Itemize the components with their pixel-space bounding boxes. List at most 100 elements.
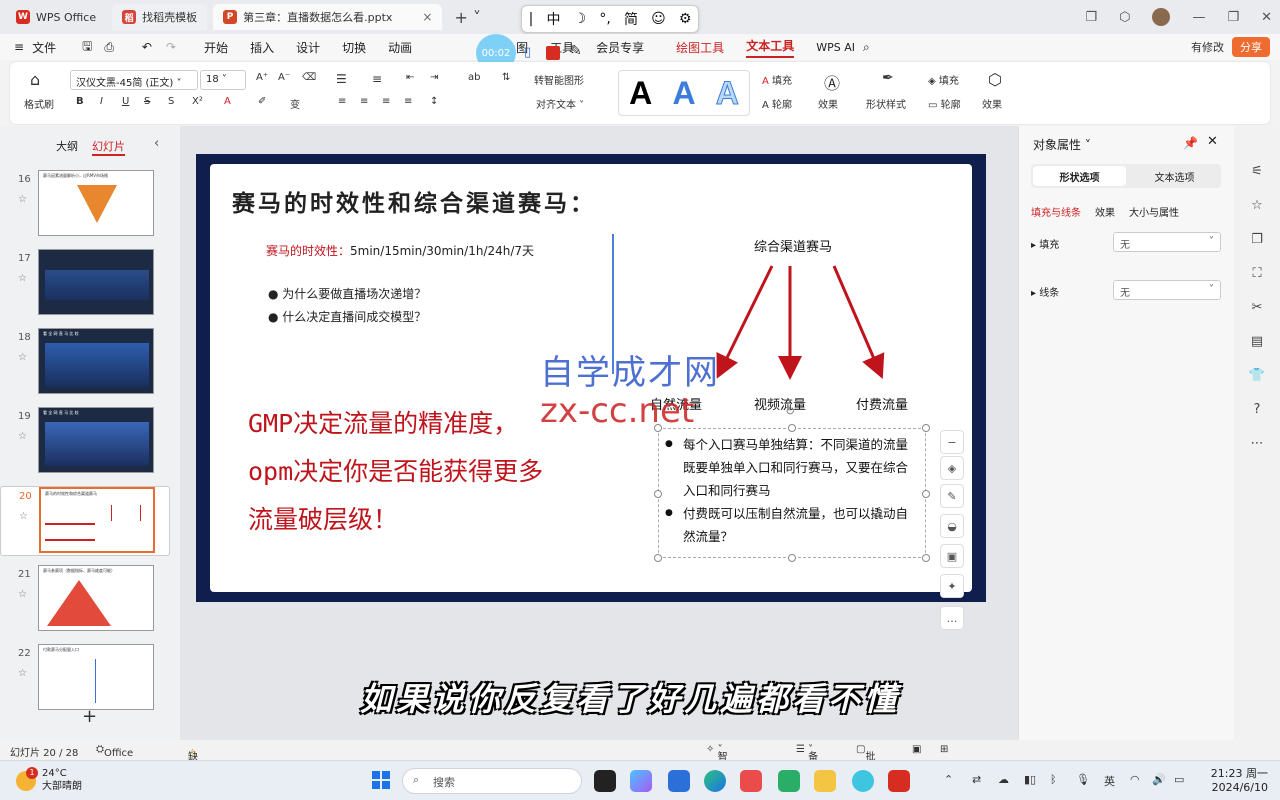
copilot-icon[interactable] <box>630 770 652 792</box>
resize-handle[interactable] <box>922 424 930 432</box>
format-brush-icon[interactable]: ⌂ <box>30 70 40 89</box>
text-fill-button[interactable]: A 填充 <box>762 72 792 87</box>
normal-view-icon[interactable]: ▣ <box>912 744 921 755</box>
slide-thumb-21[interactable]: 21 ☆ 赛马参赛项（数据指标、赛马维度可能） <box>0 565 170 635</box>
text-effect-button[interactable]: 效果 <box>818 96 838 111</box>
menu-animation[interactable]: 动画 <box>388 39 412 56</box>
italic-icon[interactable]: I <box>100 96 103 107</box>
text-style-gallery[interactable]: A A A <box>618 70 750 116</box>
wifi-icon[interactable]: ◠ <box>1130 773 1140 786</box>
close-tab-icon[interactable]: × <box>422 10 432 24</box>
menu-file[interactable]: 文件 <box>32 39 56 56</box>
taskbar-search[interactable]: ⌕ 搜索 <box>402 768 582 794</box>
align-right-icon[interactable]: ≡ <box>382 96 390 107</box>
moon-icon[interactable]: ☽ <box>574 11 587 27</box>
strikethrough-icon[interactable]: S <box>144 96 150 107</box>
line-select[interactable]: 无 ˅ <box>1113 280 1221 300</box>
tab-slides[interactable]: 幻灯片 <box>92 138 125 156</box>
cube-icon[interactable]: ⬡ <box>1119 10 1130 25</box>
edit-pen-icon[interactable]: ✎ <box>940 484 964 508</box>
sort-icon[interactable]: ⇅ <box>502 72 510 83</box>
clock[interactable]: 21:23 周一 2024/6/10 <box>1211 767 1268 795</box>
resize-handle[interactable] <box>922 554 930 562</box>
star-icon[interactable]: ☆ <box>19 511 28 522</box>
subtab-size[interactable]: 大小与属性 <box>1129 204 1179 219</box>
star-icon[interactable]: ☆ <box>18 668 27 679</box>
mic-icon[interactable]: 🎙 <box>1076 773 1090 786</box>
layers-icon[interactable]: ◈ <box>940 456 964 480</box>
settings-sliders-icon[interactable]: ⚟ <box>1234 154 1280 188</box>
bold-icon[interactable]: B <box>76 96 84 107</box>
big-red-line[interactable]: opm决定你是否能获得更多 <box>248 452 543 488</box>
shape-style-button[interactable]: 形状样式 <box>866 96 906 111</box>
menu-text-tools[interactable]: 文本工具 <box>746 37 795 58</box>
subtab-fill-line[interactable]: 填充与线条 <box>1031 204 1081 219</box>
fill-row-label[interactable]: ▸ 填充 <box>1031 236 1059 251</box>
grid-view-icon[interactable]: ⊞ <box>940 744 948 755</box>
align-left-icon[interactable]: ≡ <box>338 96 346 107</box>
slide-20[interactable]: 赛马的时效性和综合渠道赛马： 赛马的时效性：5min/15min/30min/1… <box>210 164 972 592</box>
align-center-icon[interactable]: ≡ <box>360 96 368 107</box>
magic-icon[interactable]: ✦ <box>940 574 964 598</box>
resize-handle[interactable] <box>788 424 796 432</box>
subtab-effect[interactable]: 效果 <box>1095 204 1115 219</box>
shape-fill-button[interactable]: ◈ 填充 <box>928 72 959 87</box>
more-icon[interactable]: … <box>940 606 964 630</box>
resize-handle[interactable] <box>788 554 796 562</box>
audio-meter-icon[interactable]: ▮▯ <box>1024 773 1036 786</box>
highlight-icon[interactable]: ✐ <box>258 96 266 107</box>
text-style-black[interactable]: A <box>629 75 652 112</box>
app-red-icon[interactable] <box>740 770 762 792</box>
text-style-outline[interactable]: A <box>715 74 739 112</box>
menu-insert[interactable]: 插入 <box>250 39 274 56</box>
ime-chinese-toggle[interactable]: 中 <box>546 9 560 29</box>
tab-docer-template[interactable]: 稻 找稻壳模板 <box>112 4 208 30</box>
print-icon[interactable]: ⎙ <box>104 40 114 55</box>
text-effect-icon[interactable]: Ⓐ <box>824 70 840 94</box>
resize-handle[interactable] <box>654 490 662 498</box>
image-icon[interactable]: ⛶ <box>1234 256 1280 290</box>
record-indicator-icon[interactable]: ▯ <box>524 45 531 60</box>
wps-taskbar-icon[interactable] <box>888 770 910 792</box>
smart-shape-button[interactable]: 转智能图形 <box>534 72 584 87</box>
stop-record-button[interactable] <box>546 46 560 60</box>
hamburger-icon[interactable]: ≡ <box>14 40 24 54</box>
cloud-icon[interactable]: ☁ <box>998 773 1009 786</box>
clear-format-icon[interactable]: ⌫ <box>302 72 316 83</box>
slide-thumb-17[interactable]: 17 ☆ <box>0 249 170 319</box>
tools-icon[interactable]: ✂ <box>1234 290 1280 324</box>
emoji-icon[interactable]: ☺ <box>651 11 666 27</box>
more-dots-icon[interactable]: ⋯ <box>1234 426 1280 460</box>
increase-indent-icon[interactable]: ⇥ <box>430 72 438 83</box>
undo-icon[interactable]: ↶ <box>142 40 152 54</box>
star-icon[interactable]: ☆ <box>18 431 27 442</box>
cube-effect-icon[interactable]: ⬡ <box>988 70 1002 89</box>
text-style-blue[interactable]: A <box>672 75 695 112</box>
redo-icon[interactable]: ↷ <box>166 40 176 54</box>
menu-member[interactable]: 会员专享 <box>596 39 644 56</box>
slide-thumb-18[interactable]: 18 ☆ 看 全 网 直 马 比 较 <box>0 328 170 398</box>
menu-wps-ai[interactable]: WPS AI <box>816 41 855 54</box>
align-text-button[interactable]: 对齐文本 ˅ <box>536 96 584 111</box>
font-name-select[interactable]: 汉仪文黑-45简 (正文) ˅ <box>70 70 198 90</box>
properties-title[interactable]: 对象属性 ˅ <box>1033 136 1091 153</box>
bullet-item[interactable]: ● 为什么要做直播场次递增？ <box>268 285 426 302</box>
decrease-indent-icon[interactable]: ⇤ <box>406 72 414 83</box>
channel-video[interactable]: 视频流量 <box>754 394 806 413</box>
restore-layout-icon[interactable]: ❐ <box>1085 10 1097 25</box>
format-brush-label[interactable]: 格式刷 <box>24 96 54 111</box>
search-icon[interactable]: ⌕ <box>863 40 870 55</box>
justify-icon[interactable]: ≡ <box>404 96 412 107</box>
tray-chevron-icon[interactable]: ⌃ <box>944 773 953 786</box>
notes-button[interactable]: ☰ 备注 ˅ <box>796 744 818 778</box>
star-icon[interactable]: ☆ <box>18 194 27 205</box>
resize-handle[interactable] <box>922 490 930 498</box>
folder-icon[interactable] <box>814 770 836 792</box>
avatar[interactable] <box>1152 8 1171 26</box>
simplified-toggle[interactable]: 简 <box>624 9 638 29</box>
slide-title[interactable]: 赛马的时效性和综合渠道赛马： <box>232 184 596 218</box>
selected-text-box[interactable]: 每个入口赛马单独结算：不同渠道的流量既要单独单入口和同行赛马，又要在综合入口和同… <box>658 428 926 558</box>
bullet-item[interactable]: ● 什么决定直播间成交模型？ <box>268 308 426 325</box>
star-icon[interactable]: ☆ <box>18 589 27 600</box>
line-row-label[interactable]: ▸ 线条 <box>1031 284 1059 299</box>
